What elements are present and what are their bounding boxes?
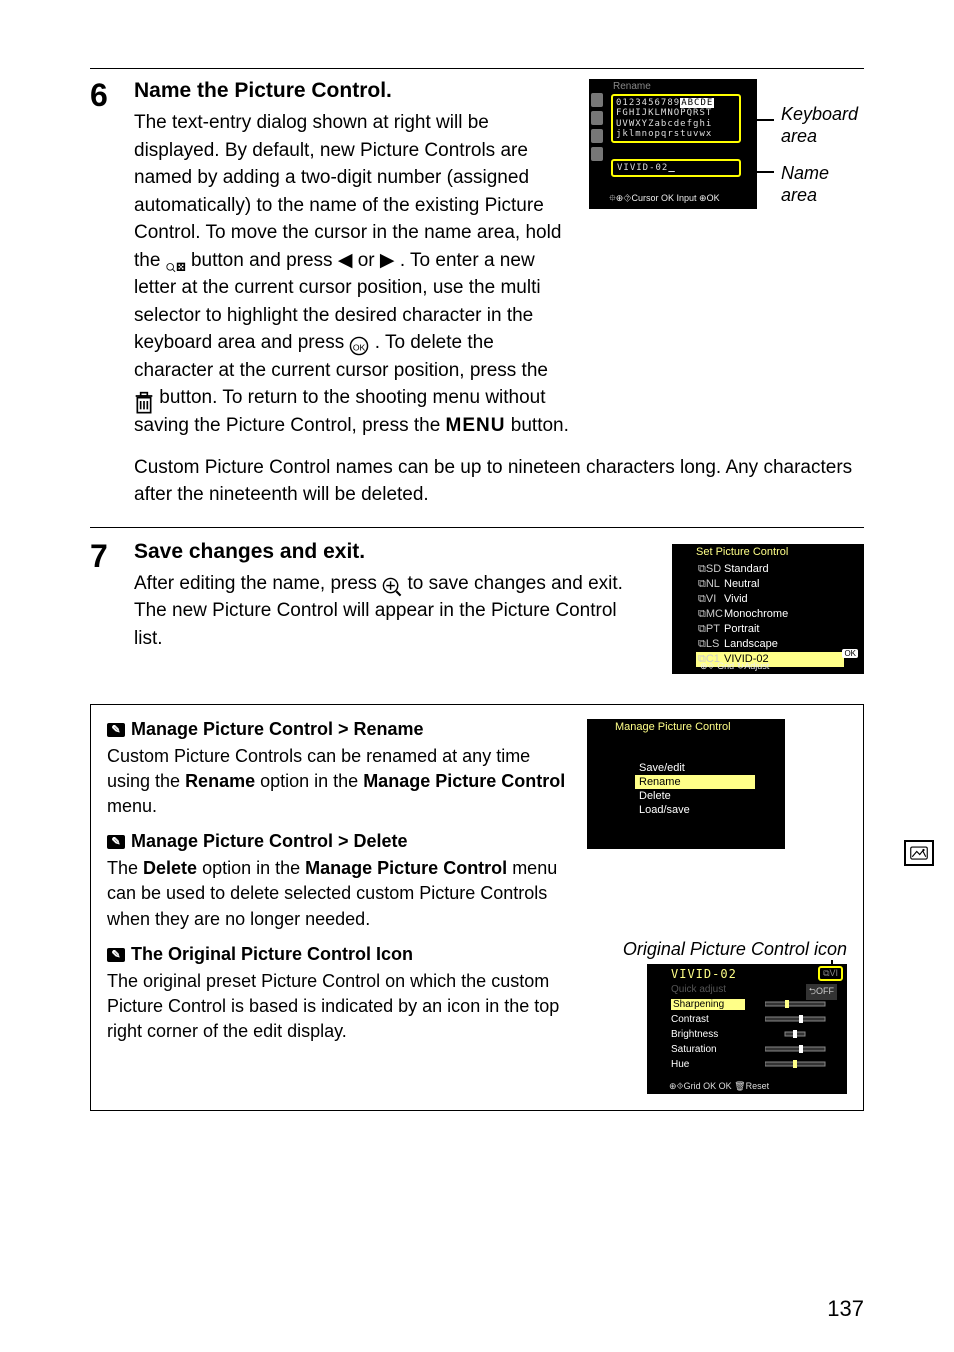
- step-6-paragraph-2: Custom Picture Control names can be up t…: [134, 454, 864, 509]
- zoom-in-icon: [382, 577, 402, 591]
- annot-line: [744, 119, 774, 121]
- edit-hue: Hue: [671, 1059, 689, 1070]
- mpc-rename: Rename: [635, 775, 755, 789]
- name-area: VIVID-02: [611, 159, 741, 177]
- edit-sharpening: Sharpening: [671, 999, 745, 1010]
- cam-sidebar-tab: [591, 147, 603, 161]
- step-7-heading: Save changes and exit.: [134, 540, 636, 564]
- pencil-icon: ✎: [107, 723, 125, 737]
- setpc-title: Set Picture Control: [696, 546, 788, 558]
- name-value: VIVID-02: [617, 163, 668, 173]
- step-6-paragraph-1: The text-entry dialog shown at right wil…: [134, 109, 571, 440]
- edit-footer: ⊕⯑Grid OK OK 🗑Reset: [669, 1081, 769, 1092]
- kbd-row-0a: 0123456789: [616, 98, 680, 108]
- margin-picture-control-icon: [904, 840, 934, 866]
- edit-contrast: Contrast: [671, 1014, 709, 1025]
- chevron-right-icon: ▶: [770, 775, 779, 789]
- rename-dialog-screenshot: Rename 0123456789ABCDE FGHIJKLMNOPQRST U…: [589, 79, 757, 209]
- name-area-annotation: Name area: [781, 163, 864, 206]
- kbd-row-0b: ABCDE: [680, 98, 714, 108]
- manage-picture-control-screenshot: Manage Picture Control Save/edit Rename …: [587, 719, 785, 849]
- left-arrow-icon: ◀: [338, 250, 353, 271]
- setpc-footer: ⊕⯑ Grid ↻Adjust: [700, 661, 769, 672]
- keyboard-area: 0123456789ABCDE FGHIJKLMNOPQRST UVWXYZab…: [611, 94, 741, 143]
- pencil-icon: ✎: [107, 948, 125, 962]
- page-number: 137: [827, 1296, 864, 1322]
- edit-picture-control-screenshot: VIVID-02 ⧉VI ⮌OFF Quick adjust Sharpenin…: [647, 964, 847, 1094]
- note-rename-heading: ✎Manage Picture Control > Rename: [107, 719, 567, 740]
- ok-circle-icon: OK: [349, 336, 369, 350]
- note-original-paragraph: The original preset Picture Control on w…: [107, 969, 567, 1045]
- setpc-item-landscape: ⧉LSLandscape: [696, 637, 844, 652]
- mpc-saveedit: Save/edit: [635, 761, 755, 775]
- annot-line: [744, 171, 774, 173]
- step6-p1-g: button.: [511, 415, 569, 436]
- mpc-title: Manage Picture Control: [615, 721, 731, 733]
- setpc-item-standard: ⧉SDStandard: [696, 562, 844, 577]
- zoom-out-checker-icon: [166, 254, 186, 268]
- step-6-number: 6: [90, 79, 116, 509]
- setpc-item-vivid: ⧉VIVivid: [696, 592, 844, 607]
- step-7-paragraph: After editing the name, press to save ch…: [134, 570, 636, 653]
- note-original-heading: ✎The Original Picture Control Icon: [107, 944, 567, 965]
- note-rename-paragraph: Custom Picture Controls can be renamed a…: [107, 744, 567, 820]
- pencil-icon: ✎: [107, 835, 125, 849]
- trash-icon: [134, 391, 154, 405]
- original-icon-caption: Original Picture Control icon: [587, 939, 847, 960]
- step-7-number: 7: [90, 540, 116, 674]
- mid-rule: [90, 527, 864, 528]
- step6-p1-a: The text-entry dialog shown at right wil…: [134, 112, 561, 271]
- step6-p1-b: button and press: [191, 250, 338, 271]
- original-icon-badge: ⧉VI: [818, 966, 843, 981]
- cam-sidebar-tab: [591, 111, 603, 125]
- kbd-row-1: FGHIJKLMNOPQRST: [616, 108, 736, 118]
- set-picture-control-screenshot: Set Picture Control ⧉SDStandard ⧉NLNeutr…: [672, 544, 864, 674]
- right-arrow-icon: ▶: [380, 250, 395, 271]
- top-rule: [90, 68, 864, 69]
- notes-box: ✎Manage Picture Control > Rename Custom …: [90, 704, 864, 1111]
- step-7: 7 Save changes and exit. After editing t…: [90, 540, 864, 674]
- step6-p1-c: or: [358, 250, 380, 271]
- rename-footer: ⯐⊕⯑Cursor OK Input ⊕OK: [609, 191, 720, 207]
- edit-title: VIVID-02: [671, 967, 737, 981]
- keyboard-area-annotation: Keyboard area: [781, 104, 864, 147]
- note-delete-heading: ✎Manage Picture Control > Delete: [107, 831, 567, 852]
- mpc-loadsave: Load/save: [635, 803, 755, 817]
- cam-sidebar-tab: [591, 93, 603, 107]
- menu-label: MENU: [446, 415, 506, 436]
- setpc-item-portrait: ⧉PTPortrait: [696, 622, 844, 637]
- svg-text:OK: OK: [353, 343, 366, 353]
- edit-saturation: Saturation: [671, 1044, 717, 1055]
- setpc-item-monochrome: ⧉MCMonochrome: [696, 607, 844, 622]
- mpc-delete: Delete: [635, 789, 755, 803]
- step-6-heading: Name the Picture Control.: [134, 79, 571, 103]
- step7-pa: After editing the name, press: [134, 573, 382, 594]
- setpc-ok-badge: OK: [842, 649, 858, 658]
- note-delete-paragraph: The Delete option in the Manage Picture …: [107, 856, 567, 932]
- kbd-row-2: UVWXYZabcdefghi: [616, 119, 736, 129]
- edit-brightness: Brightness: [671, 1029, 718, 1040]
- rename-title: Rename: [613, 81, 651, 92]
- edit-off-badge: ⮌OFF: [806, 984, 837, 1000]
- kbd-row-3: jklmnopqrstuvwx: [616, 129, 736, 139]
- step-6: 6 Name the Picture Control. The text-ent…: [90, 79, 864, 509]
- edit-quickadjust: Quick adjust: [671, 984, 726, 995]
- setpc-item-neutral: ⧉NLNeutral: [696, 577, 844, 592]
- step-6-figure: Rename 0123456789ABCDE FGHIJKLMNOPQRST U…: [589, 79, 864, 440]
- cam-sidebar-tab: [591, 129, 603, 143]
